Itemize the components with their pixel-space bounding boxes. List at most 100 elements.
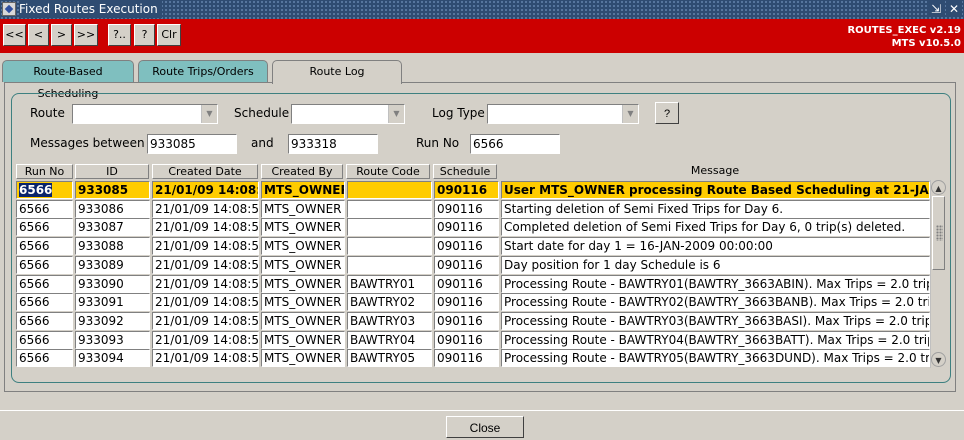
column-header-route-code[interactable]: Route Code xyxy=(346,164,430,179)
cell-created-by[interactable]: MTS_OWNER xyxy=(261,274,345,293)
tab-route-based-scheduling[interactable]: Route-Based Scheduling xyxy=(2,60,134,100)
cell-created-by[interactable]: MTS_OWNER xyxy=(261,218,345,237)
table-row[interactable]: 6566 933091 21/01/09 14:08:58 MTS_OWNER BAWT… xyxy=(16,293,930,312)
cell-created-date[interactable]: 21/01/09 14:08:58 xyxy=(152,274,259,293)
help-button[interactable]: ? xyxy=(134,24,155,46)
log-type-select[interactable]: ▼ xyxy=(487,104,639,124)
column-header-schedule[interactable]: Schedule xyxy=(433,164,497,179)
chevron-down-icon[interactable]: ▼ xyxy=(388,105,404,123)
cell-schedule[interactable]: 090116 xyxy=(434,237,499,256)
cell-created-date[interactable]: 21/01/09 14:08:58 xyxy=(152,349,259,368)
first-record-button[interactable]: << xyxy=(3,24,26,46)
table-row[interactable]: 6566 933094 21/01/09 14:08:58 MTS_OWNER BAWT… xyxy=(16,349,930,368)
vertical-scrollbar[interactable]: ▲ ▼ xyxy=(930,180,946,368)
tab-route-trips-orders[interactable]: Route Trips/Orders xyxy=(138,60,268,82)
cell-created-by[interactable]: MTS_OWNER xyxy=(261,311,345,330)
table-row[interactable]: 6566 933089 21/01/09 14:08:56 MTS_OWNER 0901… xyxy=(16,255,930,274)
cell-route-code[interactable] xyxy=(347,218,432,237)
cell-id[interactable]: 933088 xyxy=(75,237,150,256)
cell-created-date[interactable]: 21/01/09 14:08:58 xyxy=(152,293,259,312)
cell-schedule[interactable]: 090116 xyxy=(434,255,499,274)
cell-created-by[interactable]: MTS_OWNER xyxy=(261,237,345,256)
cell-created-by[interactable]: MTS_OWNER xyxy=(261,255,345,274)
log-type-help-button[interactable]: ? xyxy=(655,102,679,124)
cell-created-date[interactable]: 21/01/09 14:08:58 xyxy=(152,330,259,349)
chevron-down-icon[interactable]: ▼ xyxy=(201,105,217,123)
cell-id[interactable]: 933085 xyxy=(75,181,150,199)
cell-message[interactable]: Processing Route - BAWTRY01(BAWTRY_3663A… xyxy=(501,274,930,293)
route-select[interactable]: ▼ xyxy=(72,104,218,124)
table-row[interactable]: 6566 933086 21/01/09 14:08:56 MTS_OWNER 0901… xyxy=(16,199,930,218)
cell-route-code[interactable]: BAWTRY02 xyxy=(347,293,432,312)
cell-created-date[interactable]: 21/01/09 14:08:56 xyxy=(152,255,259,274)
schedule-select[interactable]: ▼ xyxy=(291,104,405,124)
table-row[interactable]: 6566 933088 21/01/09 14:08:56 MTS_OWNER 0901… xyxy=(16,237,930,256)
cell-run-no[interactable]: 6566 xyxy=(16,199,73,218)
messages-to-field[interactable]: 933318 xyxy=(288,134,378,154)
cell-route-code[interactable]: BAWTRY05 xyxy=(347,349,432,368)
cell-schedule[interactable]: 090116 xyxy=(434,199,499,218)
cell-route-code[interactable]: BAWTRY01 xyxy=(347,274,432,293)
cell-created-by[interactable]: MTS_OWNER xyxy=(261,330,345,349)
cell-run-no[interactable]: 6566 xyxy=(16,218,73,237)
cell-id[interactable]: 933093 xyxy=(75,330,150,349)
cell-id[interactable]: 933090 xyxy=(75,274,150,293)
run-no-field[interactable]: 6566 xyxy=(470,134,560,154)
cell-message[interactable]: Start date for day 1 = 16-JAN-2009 00:00… xyxy=(501,237,930,256)
cell-message[interactable]: Processing Route - BAWTRY04(BAWTRY_3663B… xyxy=(501,330,930,349)
cell-id[interactable]: 933086 xyxy=(75,199,150,218)
cell-route-code[interactable]: BAWTRY04 xyxy=(347,330,432,349)
table-row[interactable]: 6566 933087 21/01/09 14:08:56 MTS_OWNER 0901… xyxy=(16,218,930,237)
cell-schedule[interactable]: 090116 xyxy=(434,349,499,368)
cell-id[interactable]: 933091 xyxy=(75,293,150,312)
cell-route-code[interactable] xyxy=(347,237,432,256)
chevron-down-icon[interactable]: ▼ xyxy=(622,105,638,123)
previous-record-button[interactable]: < xyxy=(28,24,49,46)
cell-route-code[interactable] xyxy=(347,199,432,218)
cell-message[interactable]: Day position for 1 day Schedule is 6 xyxy=(501,255,930,274)
cell-schedule[interactable]: 090116 xyxy=(434,274,499,293)
column-header-id[interactable]: ID xyxy=(75,164,149,179)
column-header-run-no[interactable]: Run No xyxy=(16,164,73,179)
cell-route-code[interactable]: BAWTRY03 xyxy=(347,311,432,330)
scroll-up-icon[interactable]: ▲ xyxy=(931,180,946,195)
cell-route-code[interactable] xyxy=(347,255,432,274)
cell-route-code[interactable] xyxy=(347,181,432,199)
last-record-button[interactable]: >> xyxy=(74,24,98,46)
scroll-down-icon[interactable]: ▼ xyxy=(931,352,946,367)
cell-run-no[interactable]: 6566 xyxy=(16,274,73,293)
cell-schedule[interactable]: 090116 xyxy=(434,181,499,199)
cell-id[interactable]: 933094 xyxy=(75,349,150,368)
cell-created-date[interactable]: 21/01/09 14:08:56 xyxy=(152,218,259,237)
cell-id[interactable]: 933089 xyxy=(75,255,150,274)
cell-schedule[interactable]: 090116 xyxy=(434,293,499,312)
cell-message[interactable]: User MTS_OWNER processing Route Based Sc… xyxy=(501,181,930,199)
cell-run-no[interactable]: 6566 xyxy=(16,237,73,256)
cell-created-date[interactable]: 21/01/09 14:08:58 xyxy=(152,311,259,330)
cell-message[interactable]: Completed deletion of Semi Fixed Trips f… xyxy=(501,218,930,237)
cell-run-no[interactable]: 6566 xyxy=(16,349,73,368)
cell-created-by[interactable]: MTS_OWNER xyxy=(261,349,345,368)
cell-schedule[interactable]: 090116 xyxy=(434,311,499,330)
close-button[interactable]: Close xyxy=(446,416,524,438)
cell-id[interactable]: 933092 xyxy=(75,311,150,330)
cell-run-no[interactable]: 6566 xyxy=(16,255,73,274)
cell-created-by[interactable]: MTS_OWNER xyxy=(261,181,345,199)
cell-created-date[interactable]: 21/01/09 14:08:56 xyxy=(152,199,259,218)
query-help-button[interactable]: ?.. xyxy=(108,24,131,46)
messages-from-field[interactable]: 933085 xyxy=(147,134,237,154)
close-icon[interactable]: ✕ xyxy=(946,1,962,17)
cell-schedule[interactable]: 090116 xyxy=(434,218,499,237)
cell-run-no[interactable]: 6566 xyxy=(16,293,73,312)
minimize-icon[interactable]: ⇲ xyxy=(928,1,944,17)
cell-created-date[interactable]: 21/01/09 14:08:56 xyxy=(152,237,259,256)
cell-run-no[interactable]: 6566 xyxy=(16,181,73,199)
cell-id[interactable]: 933087 xyxy=(75,218,150,237)
cell-run-no[interactable]: 6566 xyxy=(16,311,73,330)
column-header-created-date[interactable]: Created Date xyxy=(152,164,258,179)
cell-created-by[interactable]: MTS_OWNER xyxy=(261,199,345,218)
cell-message[interactable]: Starting deletion of Semi Fixed Trips fo… xyxy=(501,199,930,218)
cell-message[interactable]: Processing Route - BAWTRY05(BAWTRY_3663D… xyxy=(501,349,930,368)
cell-created-by[interactable]: MTS_OWNER xyxy=(261,293,345,312)
clear-button[interactable]: Clr xyxy=(157,24,181,46)
